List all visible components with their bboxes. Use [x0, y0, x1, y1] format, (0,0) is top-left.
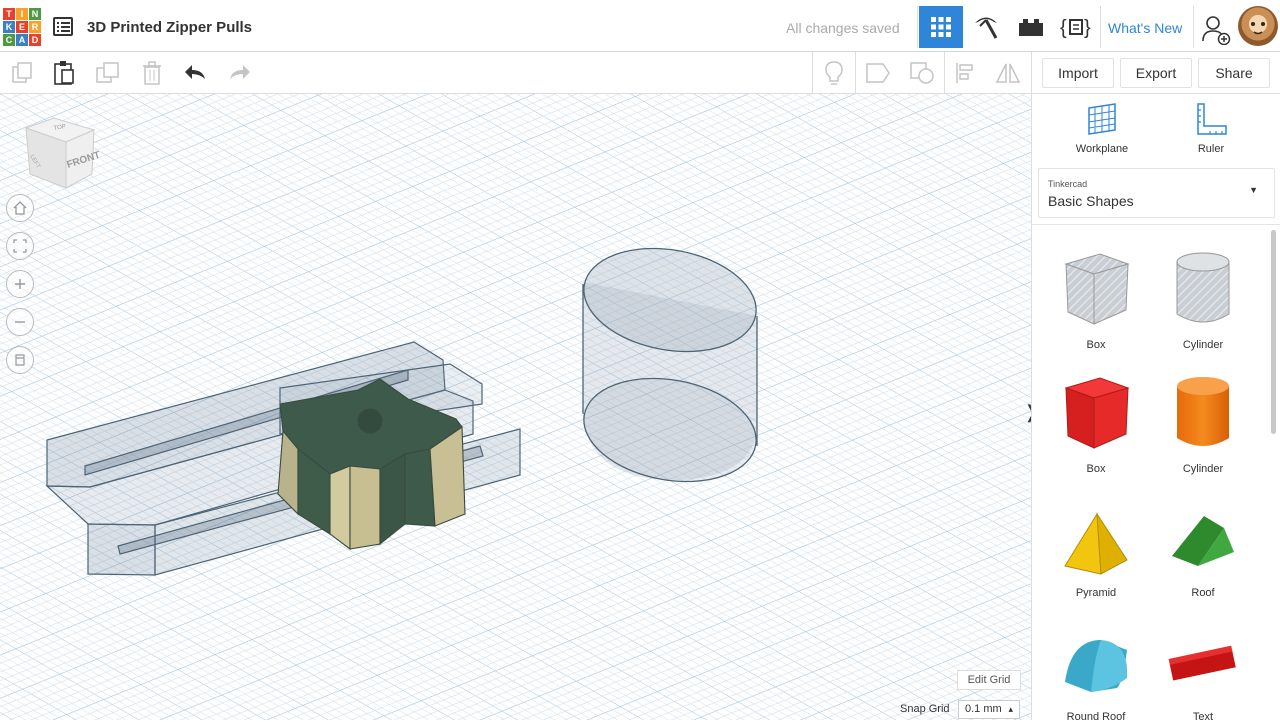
shape-tile-pyramid[interactable]: Pyramid: [1048, 510, 1144, 599]
light-bulb-icon[interactable]: [820, 59, 848, 87]
shape-label: Box: [1086, 339, 1106, 351]
dropdown-arrow-icon: ▼: [1249, 185, 1258, 195]
logo-letter: I: [16, 8, 28, 20]
logo-letter: K: [3, 21, 15, 33]
codeblocks-icon[interactable]: {}: [1054, 6, 1098, 48]
divider: [1032, 224, 1280, 225]
logo-letter: C: [3, 34, 15, 46]
shape-label: Pyramid: [1075, 587, 1117, 599]
svg-text:{: {: [1060, 17, 1067, 39]
sidebar-scrollbar[interactable]: [1271, 230, 1276, 434]
home-view-icon[interactable]: [6, 194, 34, 222]
workplane-label: Workplane: [1075, 143, 1129, 155]
shape-label: Cylinder: [1182, 339, 1224, 351]
divider: [1031, 52, 1032, 94]
workplane-tool[interactable]: Workplane: [1062, 102, 1142, 155]
paste-icon[interactable]: [50, 59, 78, 87]
shape-tile-box-hole[interactable]: Box: [1048, 250, 1144, 351]
cylinder-hole-icon: [1176, 252, 1230, 323]
workplane-canvas[interactable]: TOP LEFT FRONT Edit Grid Snap Grid 0.1 m…: [0, 94, 1031, 720]
snap-grid-select[interactable]: 0.1 mm ▴: [958, 700, 1020, 719]
shape-library-dropdown[interactable]: Tinkercad Basic Shapes ▼: [1038, 168, 1275, 218]
box-hole-icon: [1064, 253, 1130, 325]
divider: [917, 6, 918, 48]
shape-label: Roof: [1191, 587, 1215, 599]
logo-letter: R: [29, 21, 41, 33]
shapes-sidebar: Workplane Ruler Tinkercad Basic Shapes ▼…: [1031, 94, 1280, 723]
bricks-icon[interactable]: [1009, 6, 1053, 48]
snap-grid-label: Snap Grid: [900, 703, 950, 715]
shape-tile-roof[interactable]: Roof: [1155, 510, 1251, 599]
add-user-icon[interactable]: [1200, 13, 1232, 50]
share-button[interactable]: Share: [1198, 58, 1270, 88]
shape-label: Cylinder: [1182, 463, 1224, 475]
delete-icon[interactable]: [138, 59, 166, 87]
library-name: Basic Shapes: [1048, 193, 1134, 209]
ruler-label: Ruler: [1197, 143, 1225, 155]
top-bar: T I N K E R C A D 3D Printed Zipper Pull…: [0, 0, 1280, 52]
logo-letter: A: [16, 34, 28, 46]
cylinder-orange-icon: [1177, 377, 1229, 446]
edit-toolbar: Import Export Share: [0, 52, 1280, 94]
logo-letter: N: [29, 8, 41, 20]
view-cube[interactable]: TOP LEFT FRONT: [20, 116, 102, 201]
snap-grid-value: 0.1 mm: [965, 703, 1002, 715]
zoom-in-icon[interactable]: [6, 270, 34, 298]
round-roof-teal-icon: [1065, 640, 1127, 692]
shape-tile-cylinder-hole[interactable]: Cylinder: [1155, 250, 1251, 351]
stepper-arrow-icon: ▴: [1008, 704, 1013, 714]
text-red-icon: [1168, 645, 1236, 681]
duplicate-icon[interactable]: [94, 59, 122, 87]
divider: [1193, 6, 1194, 48]
svg-text:}: }: [1084, 17, 1091, 39]
shape-label: Round Roof: [1066, 711, 1126, 723]
export-button[interactable]: Export: [1120, 58, 1192, 88]
save-status: All changes saved: [786, 20, 900, 36]
logo-letter: T: [3, 8, 15, 20]
mirror-icon[interactable]: [994, 59, 1022, 87]
shape-tile-text[interactable]: Text: [1155, 632, 1251, 723]
workplane-icon: [1088, 103, 1116, 135]
blocks-pickaxe-icon[interactable]: [964, 6, 1008, 48]
shape-label: Box: [1086, 463, 1106, 475]
divider: [812, 52, 813, 94]
shape-tile-box[interactable]: Box: [1048, 374, 1144, 475]
design-list-icon[interactable]: [53, 17, 73, 36]
logo-letter: E: [16, 21, 28, 33]
perspective-icon[interactable]: [6, 346, 34, 374]
roof-green-icon: [1172, 516, 1234, 566]
3d-design-grid-icon[interactable]: [919, 6, 963, 48]
divider: [1100, 6, 1101, 48]
divider: [944, 52, 945, 94]
avatar[interactable]: [1238, 6, 1278, 46]
library-source: Tinkercad: [1048, 179, 1088, 189]
tinkercad-logo[interactable]: T I N K E R C A D: [3, 8, 41, 48]
divider: [855, 52, 856, 94]
import-button[interactable]: Import: [1042, 58, 1114, 88]
ruler-tool[interactable]: Ruler: [1171, 102, 1251, 155]
project-title[interactable]: 3D Printed Zipper Pulls: [87, 19, 252, 36]
shape-group-icon[interactable]: [908, 59, 936, 87]
whats-new-link[interactable]: What's New: [1108, 20, 1182, 36]
box-red-icon: [1064, 377, 1130, 449]
undo-icon[interactable]: [182, 59, 210, 87]
ruler-icon: [1197, 103, 1227, 135]
shape-tile-cylinder[interactable]: Cylinder: [1155, 374, 1251, 475]
redo-icon[interactable]: [225, 59, 253, 87]
comment-icon[interactable]: [864, 59, 892, 87]
align-icon[interactable]: [952, 59, 980, 87]
zoom-out-icon[interactable]: [6, 308, 34, 336]
copy-icon[interactable]: [8, 59, 36, 87]
pyramid-yellow-icon: [1064, 512, 1128, 575]
logo-letter: D: [29, 34, 41, 46]
shape-label: Text: [1192, 711, 1214, 723]
edit-grid-button[interactable]: Edit Grid: [957, 670, 1021, 690]
fit-view-icon[interactable]: [6, 232, 34, 260]
shape-tile-round-roof[interactable]: Round Roof: [1048, 632, 1144, 723]
transparent-cylinder-model[interactable]: [0, 94, 1031, 720]
